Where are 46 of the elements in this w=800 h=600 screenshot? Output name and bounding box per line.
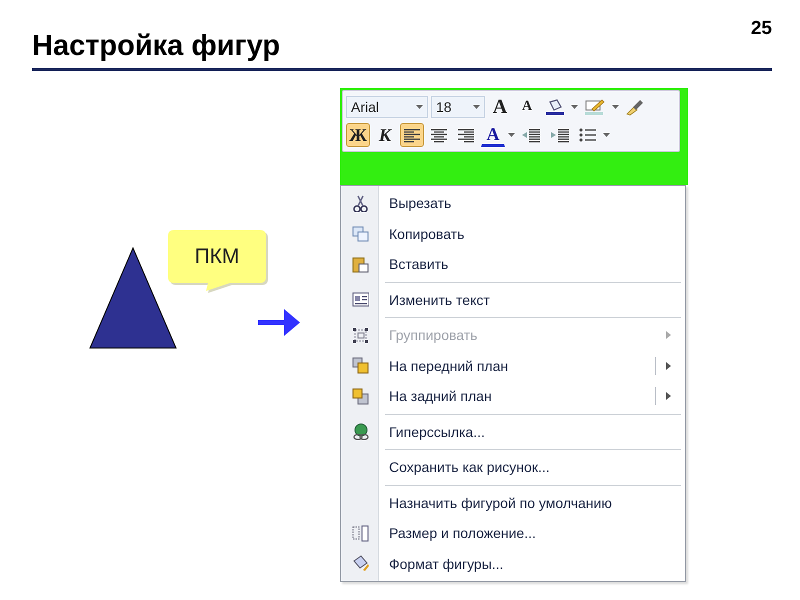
align-center-icon — [430, 127, 448, 143]
align-left-icon — [403, 127, 421, 143]
scissors-icon — [352, 194, 368, 212]
menu-item[interactable]: Размер и положение... — [341, 518, 685, 548]
callout-text: ПКМ — [194, 244, 240, 270]
caret-icon — [416, 105, 423, 109]
italic-button[interactable]: К — [373, 123, 397, 147]
menu-item[interactable]: На передний план — [341, 350, 685, 381]
dropdown-caret-icon[interactable] — [508, 133, 515, 137]
arrow-icon — [258, 308, 300, 338]
dropdown-caret-icon[interactable] — [612, 105, 619, 109]
dropdown-caret-icon[interactable] — [571, 105, 578, 109]
align-right-icon — [457, 127, 475, 143]
indent-decrease-icon — [521, 127, 541, 143]
shrink-font-button[interactable]: A — [515, 95, 539, 119]
group-icon — [352, 326, 368, 344]
menu-item[interactable]: Вставить — [341, 249, 685, 280]
menu-item[interactable]: Сохранить как рисунок... — [341, 452, 685, 482]
globe-link-icon — [352, 423, 368, 440]
menu-item[interactable]: На задний план — [341, 381, 685, 412]
font-color-button[interactable]: A — [481, 123, 505, 147]
font-size-dropdown[interactable]: 18 — [431, 96, 485, 118]
menu-item[interactable]: Назначить фигурой по умолчанию — [341, 488, 685, 518]
slide-title: Настройка фигур — [32, 30, 280, 63]
size-position-icon — [352, 524, 368, 542]
text-box-icon — [352, 291, 368, 308]
indent-increase-icon — [550, 127, 570, 143]
dropdown-caret-icon[interactable] — [603, 133, 610, 137]
font-name-dropdown[interactable]: Arial — [346, 96, 428, 118]
bold-button[interactable]: Ж — [346, 123, 370, 147]
caret-icon — [473, 105, 480, 109]
brush-icon — [625, 98, 645, 116]
pencil-icon — [584, 98, 606, 116]
menu-item[interactable]: Формат фигуры... — [341, 548, 685, 579]
clipboard-icon — [352, 256, 368, 273]
menu-item[interactable]: Копировать — [341, 218, 685, 249]
copy-icon — [352, 225, 368, 242]
menu-item[interactable]: Изменить текст — [341, 284, 685, 315]
send-backward-icon — [352, 388, 368, 405]
align-left-button[interactable] — [400, 123, 424, 147]
grow-font-button[interactable]: A — [488, 95, 512, 119]
page-number: 25 — [750, 18, 772, 40]
bullet-list-icon — [579, 127, 597, 143]
bring-forward-icon — [352, 357, 368, 374]
menu-item[interactable]: Гиперссылка... — [341, 416, 685, 447]
menu-item[interactable]: Вырезать — [341, 188, 685, 218]
